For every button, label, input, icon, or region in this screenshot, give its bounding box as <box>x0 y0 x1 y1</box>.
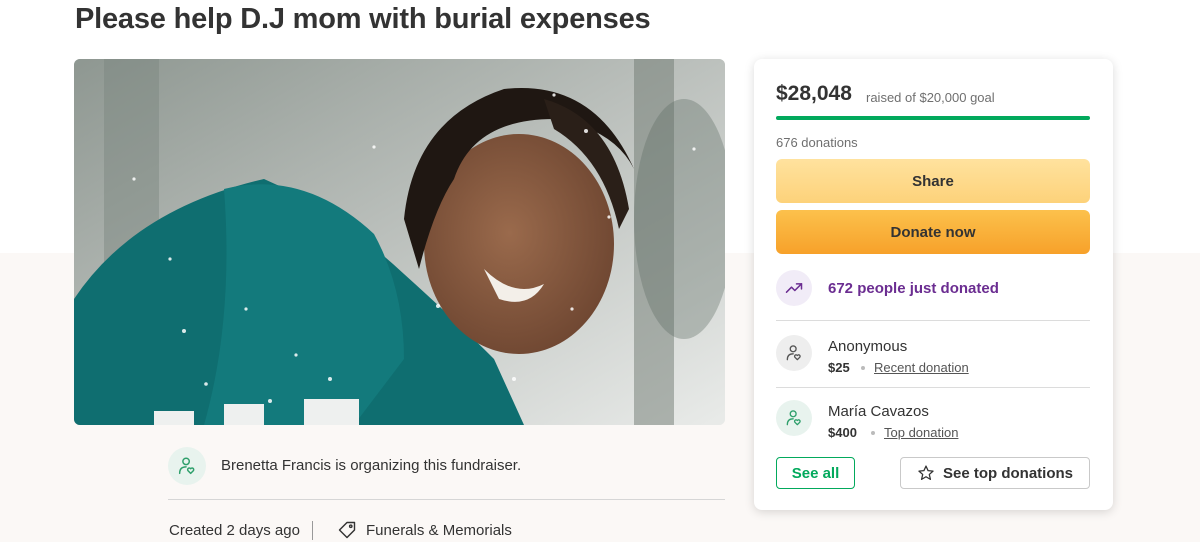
trend-up-icon <box>785 283 803 293</box>
campaign-hero-image <box>74 59 725 425</box>
card-divider <box>776 320 1090 321</box>
raised-goal: raised of $20,000 goal <box>866 90 995 105</box>
dot-separator <box>871 431 875 435</box>
see-top-donations-label: See top donations <box>942 464 1073 482</box>
donor-name: María Cavazos <box>828 403 929 420</box>
tag-icon <box>338 521 356 539</box>
section-divider <box>168 499 725 500</box>
top-donation-link[interactable]: Top donation <box>884 425 958 440</box>
star-icon <box>918 465 934 481</box>
organizer-avatar <box>168 447 206 485</box>
category-link[interactable]: Funerals & Memorials <box>366 522 512 539</box>
recent-donation-link[interactable]: Recent donation <box>874 360 969 375</box>
donate-now-button[interactable]: Donate now <box>776 210 1090 254</box>
person-heart-icon <box>786 410 801 426</box>
trend-badge <box>776 270 812 306</box>
donor-avatar <box>776 335 812 371</box>
raised-amount: $28,048 <box>776 82 852 105</box>
see-all-button[interactable]: See all <box>776 457 855 489</box>
created-date: Created 2 days ago <box>169 522 300 539</box>
donor-amount: $25 <box>828 360 850 375</box>
donor-avatar <box>776 400 812 436</box>
see-top-donations-button[interactable]: See top donations <box>900 457 1090 489</box>
donor-amount: $400 <box>828 425 857 440</box>
person-heart-icon <box>786 345 801 361</box>
meta-separator <box>312 521 313 540</box>
card-divider <box>776 387 1090 388</box>
share-button[interactable]: Share <box>776 159 1090 203</box>
person-heart-icon <box>178 457 195 475</box>
progress-bar <box>776 116 1090 120</box>
organizer-text: Brenetta Francis is organizing this fund… <box>221 457 522 474</box>
progress-fill <box>776 116 1090 120</box>
page-title: Please help D.J mom with burial expenses <box>75 3 651 35</box>
donation-count: 676 donations <box>776 135 858 150</box>
trend-text: 672 people just donated <box>828 280 999 297</box>
dot-separator <box>861 366 865 370</box>
donor-name: Anonymous <box>828 338 908 355</box>
donation-card: $28,048 raised of $20,000 goal 676 donat… <box>754 59 1113 510</box>
